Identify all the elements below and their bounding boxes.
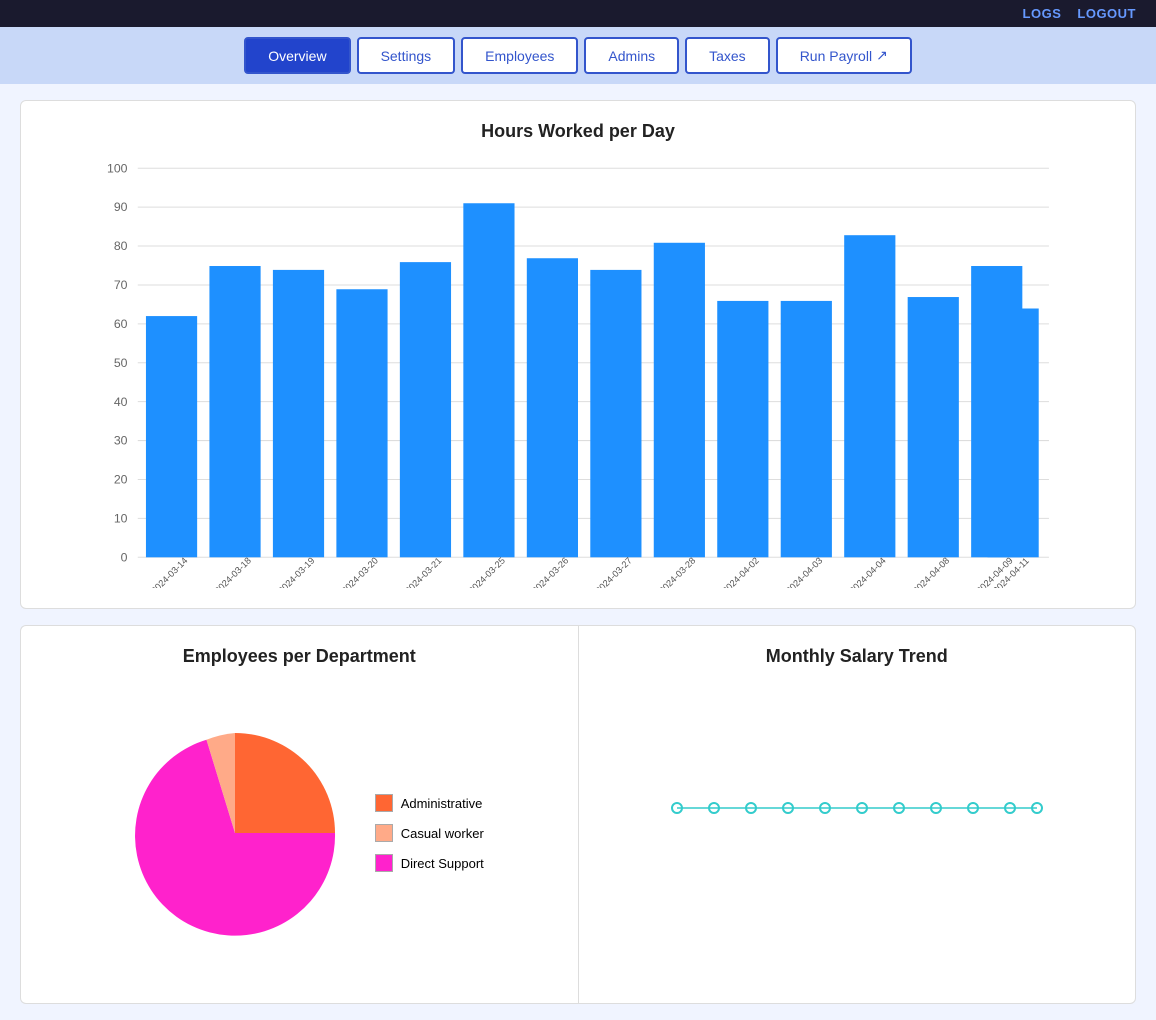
svg-text:40: 40 <box>114 395 128 409</box>
bar-2024-03-21 <box>400 262 451 557</box>
legend-label-administrative: Administrative <box>401 796 483 811</box>
tab-admins[interactable]: Admins <box>584 37 679 74</box>
tab-overview[interactable]: Overview <box>244 37 350 74</box>
dept-pie-chart <box>115 713 355 953</box>
svg-text:100: 100 <box>107 161 128 175</box>
legend-color-administrative <box>375 794 393 812</box>
bar-2024-03-26 <box>527 258 578 557</box>
svg-text:2024-04-02: 2024-04-02 <box>721 555 761 588</box>
bar-2024-03-25 <box>463 203 514 557</box>
svg-text:2024-03-14: 2024-03-14 <box>149 555 189 588</box>
pie-administrative <box>235 733 335 833</box>
bar-2024-03-14 <box>146 316 197 557</box>
bar-2024-03-28 <box>654 243 705 558</box>
svg-text:2024-04-08: 2024-04-08 <box>911 555 951 588</box>
hours-chart-title: Hours Worked per Day <box>41 121 1115 142</box>
salary-chart-area <box>599 683 1116 933</box>
svg-text:2024-03-27: 2024-03-27 <box>594 555 634 588</box>
hours-chart-card: Hours Worked per Day 100 9 <box>20 100 1136 609</box>
salary-chart-title: Monthly Salary Trend <box>599 646 1116 667</box>
svg-text:2024-03-20: 2024-03-20 <box>340 555 380 588</box>
bar-2024-04-02 <box>717 301 768 557</box>
bottom-charts-row: Employees per Department <box>20 625 1136 1004</box>
bar-2024-03-19 <box>273 270 324 557</box>
svg-text:2024-03-21: 2024-03-21 <box>403 555 443 588</box>
bar-2024-04-03 <box>781 301 832 557</box>
tab-bar: Overview Settings Employees Admins Taxes… <box>0 27 1156 84</box>
bar-2024-03-20 <box>336 289 387 557</box>
svg-text:2024-03-28: 2024-03-28 <box>657 555 697 588</box>
salary-line-chart <box>657 708 1057 908</box>
dept-chart-card: Employees per Department <box>20 625 578 1004</box>
svg-text:2024-03-26: 2024-03-26 <box>530 555 570 588</box>
top-navigation: LOGS LOGOUT <box>0 0 1156 27</box>
svg-text:60: 60 <box>114 317 128 331</box>
salary-chart-card: Monthly Salary Trend <box>578 625 1137 1004</box>
tab-run-payroll[interactable]: Run Payroll ↗ <box>776 37 912 74</box>
bar-2024-04-08 <box>908 297 959 557</box>
svg-text:2024-03-25: 2024-03-25 <box>467 555 507 588</box>
svg-text:90: 90 <box>114 200 128 214</box>
svg-text:2024-03-19: 2024-03-19 <box>276 555 316 588</box>
hours-bar-chart: 100 90 80 70 60 50 40 30 20 10 0 2024-03… <box>41 158 1115 588</box>
dept-legend: Administrative Casual worker Direct Supp… <box>375 794 484 872</box>
legend-administrative: Administrative <box>375 794 484 812</box>
main-content: Hours Worked per Day 100 9 <box>0 84 1156 1020</box>
svg-text:20: 20 <box>114 473 128 487</box>
bar-2024-03-18 <box>209 266 260 557</box>
logout-link[interactable]: LOGOUT <box>1077 6 1136 21</box>
hours-chart-svg: 100 90 80 70 60 50 40 30 20 10 0 2024-03… <box>41 158 1115 588</box>
svg-text:2024-04-04: 2024-04-04 <box>847 555 887 588</box>
svg-text:0: 0 <box>121 550 128 564</box>
legend-label-casual: Casual worker <box>401 826 484 841</box>
legend-label-direct-support: Direct Support <box>401 856 484 871</box>
dept-chart-title: Employees per Department <box>41 646 558 667</box>
svg-text:70: 70 <box>114 278 128 292</box>
svg-text:80: 80 <box>114 239 128 253</box>
bar-2024-03-27 <box>590 270 641 557</box>
svg-text:10: 10 <box>114 511 128 525</box>
legend-casual: Casual worker <box>375 824 484 842</box>
svg-text:30: 30 <box>114 434 128 448</box>
tab-employees[interactable]: Employees <box>461 37 578 74</box>
legend-direct-support: Direct Support <box>375 854 484 872</box>
tab-taxes[interactable]: Taxes <box>685 37 770 74</box>
svg-text:2024-03-18: 2024-03-18 <box>213 555 253 588</box>
tab-settings[interactable]: Settings <box>357 37 456 74</box>
bar-2024-04-11 <box>988 309 1039 558</box>
logs-link[interactable]: LOGS <box>1023 6 1062 21</box>
svg-text:2024-04-03: 2024-04-03 <box>784 555 824 588</box>
external-link-icon: ↗ <box>876 47 888 64</box>
svg-text:50: 50 <box>114 356 128 370</box>
bar-2024-04-04 <box>844 235 895 557</box>
pie-chart-section: Administrative Casual worker Direct Supp… <box>41 683 558 983</box>
legend-color-direct-support <box>375 854 393 872</box>
legend-color-casual <box>375 824 393 842</box>
